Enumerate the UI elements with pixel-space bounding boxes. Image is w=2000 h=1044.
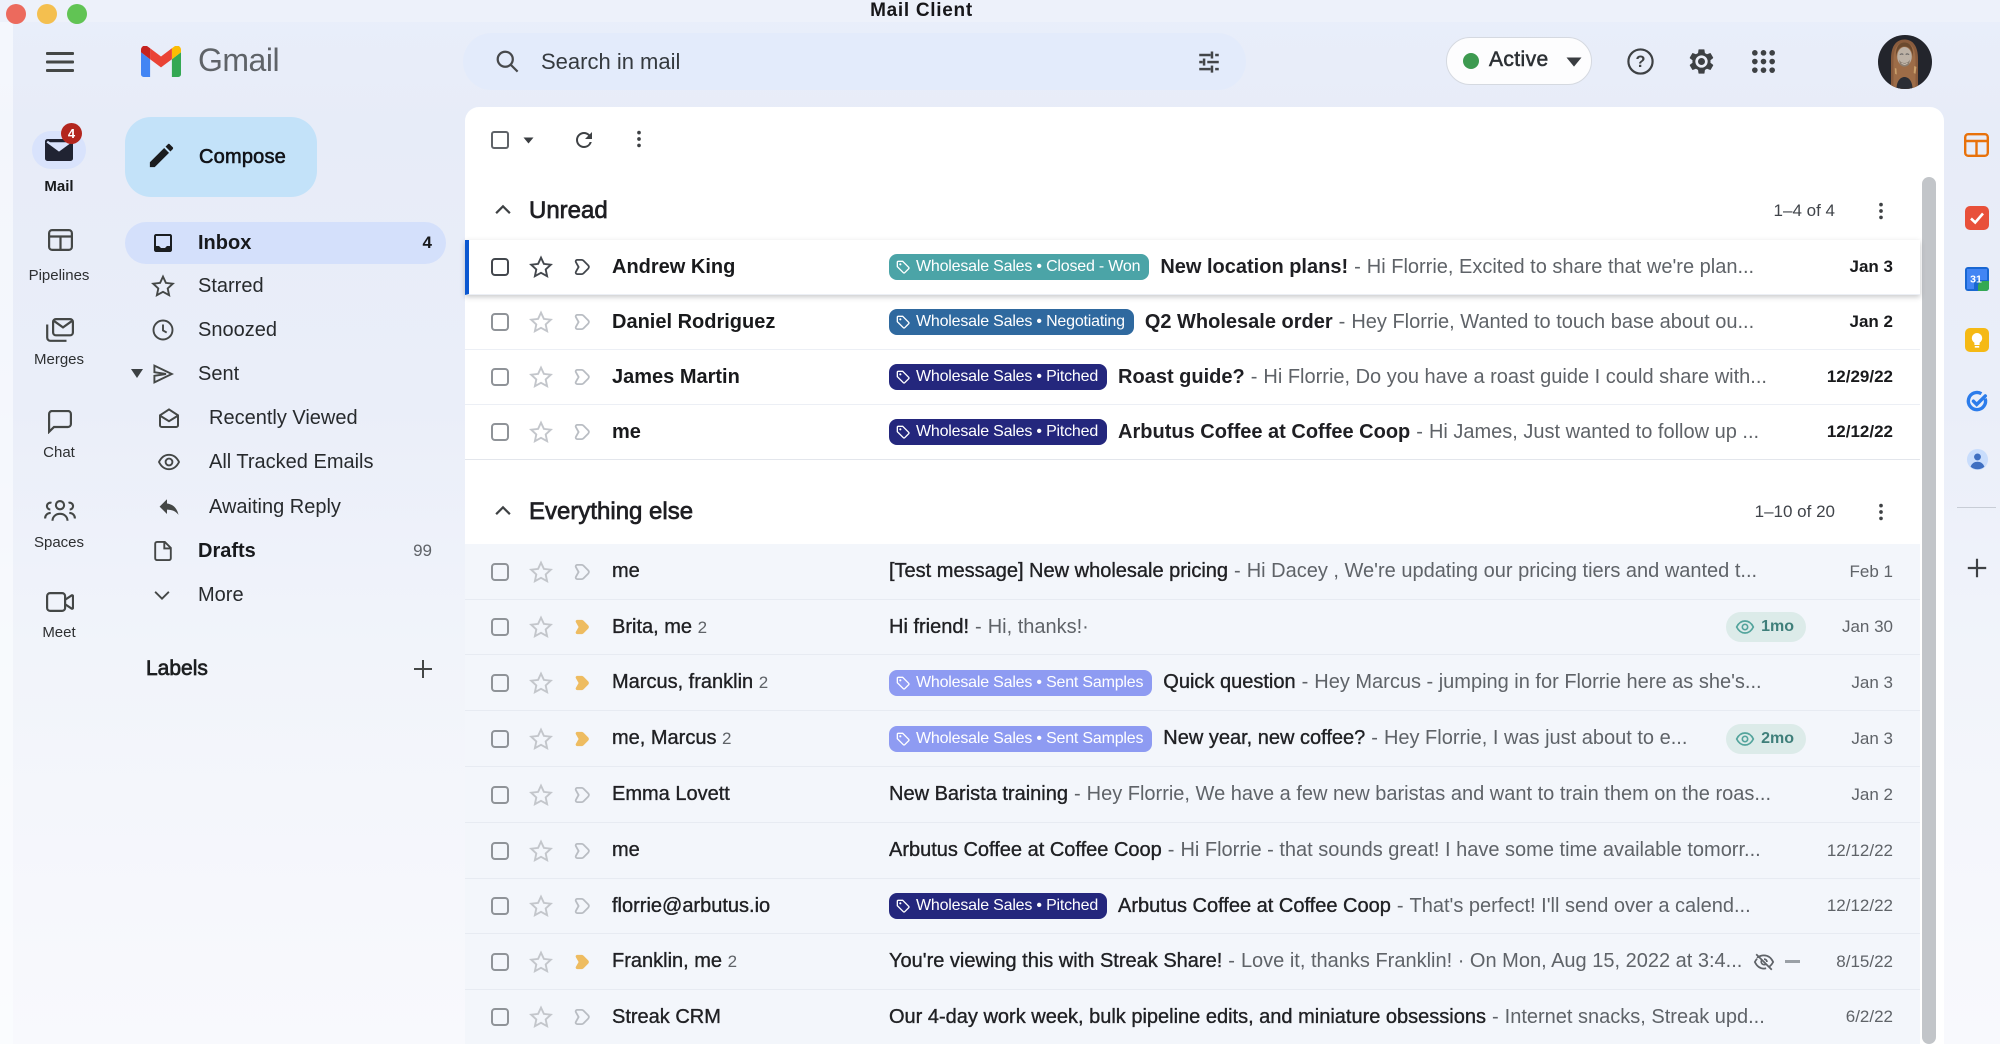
svg-text:?: ? <box>1636 53 1646 71</box>
svg-text:31: 31 <box>1970 274 1982 286</box>
